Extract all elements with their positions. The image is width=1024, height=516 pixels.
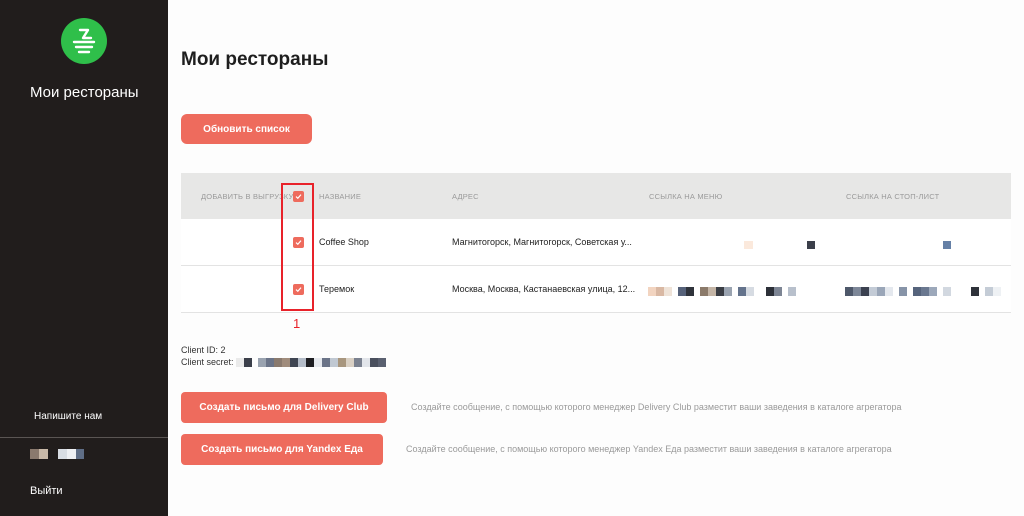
create-delivery-club-letter-button[interactable]: Создать письмо для Delivery Club: [181, 392, 387, 423]
restaurant-name: Coffee Shop: [319, 237, 369, 247]
refresh-list-button[interactable]: Обновить список: [181, 114, 312, 144]
client-secret-label: Client secret:: [181, 357, 234, 367]
page-title: Мои рестораны: [181, 49, 329, 70]
annotation-marker: 1: [293, 316, 301, 331]
yandex-eda-description: Создайте сообщение, с помощью которого м…: [406, 444, 892, 454]
logout-link[interactable]: Выйти: [30, 485, 63, 497]
menu-link-redacted[interactable]: [648, 287, 838, 296]
restaurant-name: Теремок: [319, 284, 355, 294]
column-name: НАЗВАНИЕ: [319, 192, 362, 201]
sidebar-divider: [0, 437, 168, 438]
column-stoplist-link: ССЫЛКА НА СТОП-ЛИСТ: [846, 192, 940, 201]
stoplist-link-redacted[interactable]: [943, 241, 951, 249]
create-yandex-eda-letter-button[interactable]: Создать письмо для Yandex Еда: [181, 434, 383, 465]
menu-link-redacted[interactable]: [744, 241, 753, 249]
brand-logo-icon[interactable]: [61, 18, 107, 64]
column-address: АДРЕС: [452, 192, 479, 201]
column-menu-link: ССЫЛКА НА МЕНЮ: [649, 192, 723, 201]
stoplist-link-redacted[interactable]: [845, 287, 1005, 296]
client-secret-redacted: [236, 358, 411, 367]
restaurant-address: Магнитогорск, Магнитогорск, Советская у.…: [452, 237, 632, 247]
sidebar: Мои рестораны Напишите нам Выйти: [0, 0, 168, 516]
menu-link-redacted[interactable]: [807, 241, 815, 249]
contact-link[interactable]: Напишите нам: [34, 411, 102, 422]
user-account-redacted: [30, 449, 86, 459]
restaurant-address: Москва, Москва, Кастанаевская улица, 12.…: [452, 284, 636, 294]
checkbox-column-highlight: [281, 183, 314, 311]
delivery-club-description: Создайте сообщение, с помощью которого м…: [411, 402, 902, 412]
client-id: Client ID: 2: [181, 345, 226, 355]
sidebar-title[interactable]: Мои рестораны: [30, 84, 139, 101]
